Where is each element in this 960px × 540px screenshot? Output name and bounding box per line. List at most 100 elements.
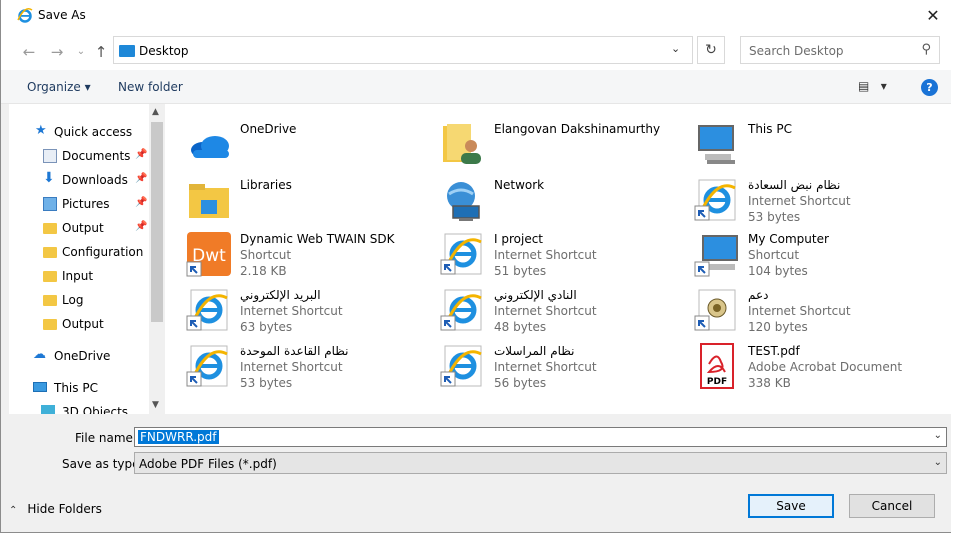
file-size: 120 bytes	[748, 320, 808, 334]
file-type: Shortcut	[240, 248, 292, 262]
nav-item-configuration[interactable]: Configuration	[9, 241, 149, 263]
file-name: I project	[494, 232, 544, 246]
nav-item-label: OneDrive	[54, 349, 111, 363]
chevron-down-icon[interactable]: ⌄	[671, 42, 680, 55]
nav-item-pictures[interactable]: Pictures 📌	[9, 193, 149, 215]
file-name: Network	[494, 178, 545, 192]
pin-icon[interactable]: 📌	[135, 173, 147, 184]
help-button[interactable]: ?	[921, 79, 938, 96]
downloads-icon: ⬇	[43, 170, 55, 186]
save-button[interactable]: Save	[748, 494, 834, 518]
nav-item-this-pc[interactable]: This PC	[9, 377, 149, 399]
ie-shortcut-icon	[693, 176, 741, 224]
file-item[interactable]: نظام القاعدة الموحدة Internet Shortcut 53 …	[165, 336, 415, 390]
file-item[interactable]: نظام نبض السعادة Internet Shortcut 53 byte…	[673, 170, 923, 224]
nav-item-documents[interactable]: Documents 📌	[9, 145, 149, 167]
nav-item-3d-objects[interactable]: 3D Objects	[9, 401, 149, 414]
close-button[interactable]: ✕	[921, 4, 945, 28]
forward-arrow-icon[interactable]: →	[47, 42, 67, 62]
pdf-badge-text: PDF	[707, 377, 727, 387]
save-type-value: Adobe PDF Files (*.pdf)	[139, 457, 277, 471]
user-folder-icon	[439, 120, 487, 168]
computer-icon	[33, 382, 47, 392]
nav-item-output[interactable]: Output 📌	[9, 217, 149, 239]
search-box[interactable]: Search Desktop ⚲	[740, 36, 940, 64]
pdf-icon: PDF	[693, 342, 741, 390]
file-size: 338 KB	[748, 376, 791, 390]
scroll-up-icon[interactable]: ▲	[152, 107, 159, 117]
file-item[interactable]: Elangovan Dakshinamurthy	[419, 114, 669, 166]
navigation-scrollbar[interactable]: ▲ ▼	[149, 104, 165, 414]
file-name: نظام المراسلات	[494, 344, 575, 358]
recent-locations-chevron-icon[interactable]: ⌄	[71, 42, 91, 62]
file-item[interactable]: My Computer Shortcut 104 bytes	[673, 224, 923, 278]
file-size: 51 bytes	[494, 264, 547, 278]
file-size: 2.18 KB	[240, 264, 287, 278]
cloud-icon: ☁	[33, 347, 46, 362]
computer-shortcut-icon	[693, 230, 741, 278]
file-name: My Computer	[748, 232, 829, 246]
file-item[interactable]: This PC	[673, 114, 923, 166]
file-name-label: File name:	[75, 431, 137, 445]
nav-item-label: Log	[62, 293, 84, 307]
folder-icon	[43, 295, 57, 306]
save-type-select[interactable]: Adobe PDF Files (*.pdf) ⌄	[134, 452, 947, 474]
scrollbar-thumb[interactable]	[151, 122, 163, 322]
emblem-shortcut-icon	[693, 286, 741, 334]
file-item[interactable]: Dwt Dynamic Web TWAIN SDK Shortcut 2.18 KB	[165, 224, 415, 278]
file-item[interactable]: PDF TEST.pdf Adobe Acrobat Document 338 KB	[673, 336, 923, 390]
pin-icon[interactable]: 📌	[135, 221, 147, 232]
pin-icon[interactable]: 📌	[135, 197, 147, 208]
dwt-shortcut-icon: Dwt	[185, 230, 233, 278]
file-item[interactable]: I project Internet Shortcut 51 bytes	[419, 224, 669, 278]
chevron-up-icon: ⌃	[9, 505, 18, 516]
star-icon: ★	[35, 123, 47, 138]
file-type: Internet Shortcut	[748, 194, 851, 208]
ie-shortcut-icon	[439, 286, 487, 334]
refresh-button[interactable]: ↻	[697, 36, 725, 64]
file-name-input[interactable]: FNDWRR.pdf ⌄	[134, 427, 947, 447]
file-name: Libraries	[240, 178, 292, 192]
change-view-icon[interactable]: ▤ ▾	[858, 79, 887, 93]
file-type: Internet Shortcut	[494, 248, 597, 262]
file-item[interactable]: البريد الإلكتروني Internet Shortcut 63 byt…	[165, 280, 415, 334]
new-folder-button[interactable]: New folder	[118, 80, 183, 94]
nav-item-quick-access[interactable]: ★ Quick access	[9, 121, 149, 143]
nav-item-output-2[interactable]: Output	[9, 313, 149, 335]
nav-item-input[interactable]: Input	[9, 265, 149, 287]
up-arrow-icon[interactable]: ↑	[91, 42, 111, 62]
file-item[interactable]: النادي الإلكتروني Internet Shortcut 48 byt…	[419, 280, 669, 334]
hide-folders-toggle[interactable]: ⌃ Hide Folders	[9, 502, 102, 516]
scroll-down-icon[interactable]: ▼	[152, 400, 159, 410]
network-icon	[439, 176, 487, 224]
ie-shortcut-icon	[185, 286, 233, 334]
nav-item-downloads[interactable]: ⬇ Downloads 📌	[9, 169, 149, 191]
file-item[interactable]: Libraries	[165, 170, 415, 222]
cancel-button[interactable]: Cancel	[849, 494, 935, 518]
nav-item-label: 3D Objects	[62, 405, 129, 414]
chevron-down-icon[interactable]: ⌄	[934, 430, 942, 441]
address-location: Desktop	[139, 44, 189, 58]
file-item[interactable]: OneDrive	[165, 114, 415, 166]
cube-icon	[41, 405, 55, 414]
hide-folders-label: Hide Folders	[27, 502, 102, 516]
nav-item-label: Quick access	[54, 125, 133, 139]
organize-button[interactable]: Organize ▾	[27, 80, 91, 94]
file-name: نظام القاعدة الموحدة	[240, 344, 349, 358]
nav-item-label: Output	[62, 317, 104, 331]
file-name: OneDrive	[240, 122, 297, 136]
ie-shortcut-icon	[439, 230, 487, 278]
file-item[interactable]: نظام المراسلات Internet Shortcut 56 bytes	[419, 336, 669, 390]
navigation-bar: ← → ⌄ ↑ Desktop ⌄ ↻ Search Desktop ⚲	[1, 32, 951, 70]
back-arrow-icon[interactable]: ←	[19, 42, 39, 62]
address-bar[interactable]: Desktop ⌄	[113, 36, 693, 64]
command-toolbar: Organize ▾ New folder ▤ ▾ ?	[1, 70, 951, 104]
file-item[interactable]: Network	[419, 170, 669, 222]
navigation-pane: ★ Quick access Documents 📌 ⬇ Downloads 📌…	[9, 104, 165, 414]
nav-item-log[interactable]: Log	[9, 289, 149, 311]
title-bar: Save As ✕	[1, 0, 951, 32]
file-name: نظام نبض السعادة	[748, 178, 841, 192]
file-item[interactable]: دعم Internet Shortcut 120 bytes	[673, 280, 923, 334]
nav-item-onedrive[interactable]: ☁ OneDrive	[9, 345, 149, 367]
pin-icon[interactable]: 📌	[135, 149, 147, 160]
